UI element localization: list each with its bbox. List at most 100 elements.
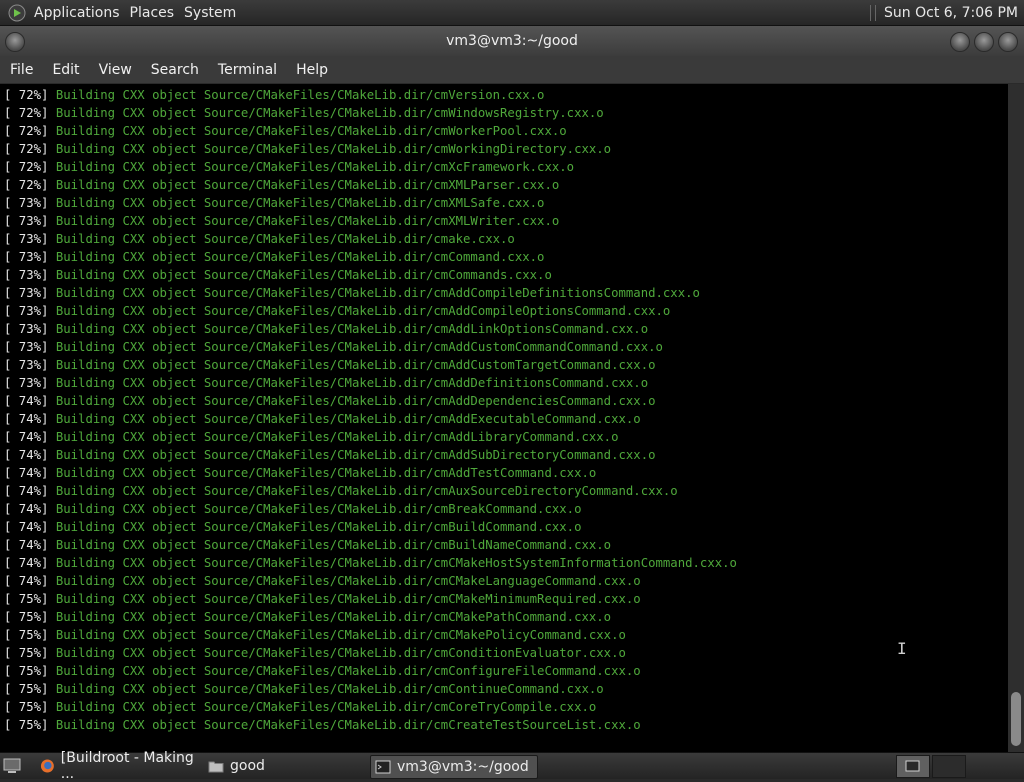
terminal-menubar: File Edit View Search Terminal Help bbox=[0, 56, 1024, 83]
build-message: Building CXX object Source/CMakeFiles/CM… bbox=[55, 646, 626, 660]
minimize-button[interactable] bbox=[950, 32, 970, 52]
terminal-line: [ 73%] Building CXX object Source/CMakeF… bbox=[0, 212, 1008, 230]
terminal-line: [ 75%] Building CXX object Source/CMakeF… bbox=[0, 662, 1008, 680]
build-message: Building CXX object Source/CMakeFiles/CM… bbox=[55, 88, 545, 102]
build-message: Building CXX object Source/CMakeFiles/CM… bbox=[55, 538, 612, 552]
terminal-line: [ 74%] Building CXX object Source/CMakeF… bbox=[0, 410, 1008, 428]
build-percent: [ 74%] bbox=[4, 394, 49, 408]
build-percent: [ 74%] bbox=[4, 430, 49, 444]
terminal-line: [ 74%] Building CXX object Source/CMakeF… bbox=[0, 482, 1008, 500]
terminal-line: [ 73%] Building CXX object Source/CMakeF… bbox=[0, 194, 1008, 212]
gnome-foot-icon[interactable] bbox=[8, 4, 26, 22]
menu-edit[interactable]: Edit bbox=[42, 62, 88, 78]
terminal-line: [ 73%] Building CXX object Source/CMakeF… bbox=[0, 302, 1008, 320]
build-percent: [ 73%] bbox=[4, 286, 49, 300]
build-percent: [ 73%] bbox=[4, 196, 49, 210]
build-message: Building CXX object Source/CMakeFiles/CM… bbox=[55, 268, 552, 282]
build-percent: [ 72%] bbox=[4, 160, 49, 174]
build-percent: [ 74%] bbox=[4, 556, 49, 570]
applications-menu[interactable]: Applications bbox=[32, 5, 128, 21]
show-desktop-icon[interactable] bbox=[2, 756, 22, 774]
build-percent: [ 75%] bbox=[4, 628, 49, 642]
build-percent: [ 73%] bbox=[4, 358, 49, 372]
build-message: Building CXX object Source/CMakeFiles/CM… bbox=[55, 502, 582, 516]
build-message: Building CXX object Source/CMakeFiles/CM… bbox=[55, 286, 700, 300]
terminal-line: [ 72%] Building CXX object Source/CMakeF… bbox=[0, 104, 1008, 122]
terminal-line: [ 74%] Building CXX object Source/CMakeF… bbox=[0, 464, 1008, 482]
build-percent: [ 75%] bbox=[4, 682, 49, 696]
terminal-line: [ 72%] Building CXX object Source/CMakeF… bbox=[0, 86, 1008, 104]
terminal-line: [ 75%] Building CXX object Source/CMakeF… bbox=[0, 698, 1008, 716]
menu-terminal[interactable]: Terminal bbox=[208, 62, 286, 78]
terminal-line: [ 74%] Building CXX object Source/CMakeF… bbox=[0, 500, 1008, 518]
terminal-line: [ 73%] Building CXX object Source/CMakeF… bbox=[0, 320, 1008, 338]
build-message: Building CXX object Source/CMakeFiles/CM… bbox=[55, 340, 663, 354]
window-titlebar[interactable]: vm3@vm3:~/good bbox=[0, 26, 1024, 56]
build-message: Building CXX object Source/CMakeFiles/CM… bbox=[55, 448, 656, 462]
build-message: Building CXX object Source/CMakeFiles/CM… bbox=[55, 610, 612, 624]
build-message: Building CXX object Source/CMakeFiles/CM… bbox=[55, 376, 649, 390]
build-percent: [ 74%] bbox=[4, 412, 49, 426]
panel-handle bbox=[870, 4, 877, 21]
window-menu-button[interactable] bbox=[5, 32, 25, 52]
terminal-line: [ 75%] Building CXX object Source/CMakeF… bbox=[0, 680, 1008, 698]
build-percent: [ 72%] bbox=[4, 142, 49, 156]
build-message: Building CXX object Source/CMakeFiles/CM… bbox=[55, 358, 656, 372]
build-percent: [ 74%] bbox=[4, 502, 49, 516]
build-percent: [ 73%] bbox=[4, 376, 49, 390]
firefox-icon bbox=[40, 759, 54, 773]
task-label: vm3@vm3:~/good bbox=[397, 759, 529, 775]
build-message: Building CXX object Source/CMakeFiles/CM… bbox=[55, 466, 597, 480]
menu-help[interactable]: Help bbox=[286, 62, 337, 78]
terminal-line: [ 74%] Building CXX object Source/CMakeF… bbox=[0, 392, 1008, 410]
terminal-line: [ 73%] Building CXX object Source/CMakeF… bbox=[0, 266, 1008, 284]
build-percent: [ 74%] bbox=[4, 466, 49, 480]
build-percent: [ 75%] bbox=[4, 610, 49, 624]
build-message: Building CXX object Source/CMakeFiles/CM… bbox=[55, 484, 678, 498]
workspace-1[interactable] bbox=[896, 755, 930, 778]
build-percent: [ 75%] bbox=[4, 592, 49, 606]
terminal-line: [ 73%] Building CXX object Source/CMakeF… bbox=[0, 230, 1008, 248]
workspace-2[interactable] bbox=[932, 755, 966, 778]
places-menu[interactable]: Places bbox=[128, 5, 183, 21]
build-message: Building CXX object Source/CMakeFiles/CM… bbox=[55, 196, 545, 210]
maximize-button[interactable] bbox=[974, 32, 994, 52]
task-terminal[interactable]: vm3@vm3:~/good bbox=[370, 755, 538, 779]
terminal-line: [ 73%] Building CXX object Source/CMakeF… bbox=[0, 338, 1008, 356]
task-buildroot-browser[interactable]: [Buildroot - Making ... bbox=[36, 750, 200, 782]
build-message: Building CXX object Source/CMakeFiles/CM… bbox=[55, 160, 575, 174]
system-menu[interactable]: System bbox=[182, 5, 244, 21]
build-percent: [ 74%] bbox=[4, 520, 49, 534]
build-message: Building CXX object Source/CMakeFiles/CM… bbox=[55, 142, 612, 156]
menu-file[interactable]: File bbox=[0, 62, 42, 78]
terminal-line: [ 74%] Building CXX object Source/CMakeF… bbox=[0, 554, 1008, 572]
terminal-line: [ 72%] Building CXX object Source/CMakeF… bbox=[0, 176, 1008, 194]
terminal-line: [ 75%] Building CXX object Source/CMakeF… bbox=[0, 626, 1008, 644]
close-button[interactable] bbox=[998, 32, 1018, 52]
task-good-folder[interactable]: good bbox=[204, 755, 364, 777]
build-percent: [ 75%] bbox=[4, 646, 49, 660]
build-message: Building CXX object Source/CMakeFiles/CM… bbox=[55, 214, 560, 228]
ibeam-cursor-icon: I bbox=[897, 639, 907, 658]
terminal-line: [ 75%] Building CXX object Source/CMakeF… bbox=[0, 608, 1008, 626]
build-percent: [ 74%] bbox=[4, 484, 49, 498]
terminal-line: [ 73%] Building CXX object Source/CMakeF… bbox=[0, 374, 1008, 392]
build-message: Building CXX object Source/CMakeFiles/CM… bbox=[55, 412, 641, 426]
build-percent: [ 73%] bbox=[4, 322, 49, 336]
build-message: Building CXX object Source/CMakeFiles/CM… bbox=[55, 556, 737, 570]
build-message: Building CXX object Source/CMakeFiles/CM… bbox=[55, 322, 649, 336]
build-message: Building CXX object Source/CMakeFiles/CM… bbox=[55, 520, 582, 534]
window-title: vm3@vm3:~/good bbox=[446, 33, 578, 49]
terminal-output[interactable]: [ 72%] Building CXX object Source/CMakeF… bbox=[0, 84, 1008, 754]
menu-view[interactable]: View bbox=[89, 62, 141, 78]
terminal-line: [ 72%] Building CXX object Source/CMakeF… bbox=[0, 140, 1008, 158]
menu-search[interactable]: Search bbox=[141, 62, 208, 78]
clock[interactable]: Sun Oct 6, 7:06 PM bbox=[884, 5, 1024, 21]
terminal-line: [ 73%] Building CXX object Source/CMakeF… bbox=[0, 284, 1008, 302]
build-percent: [ 74%] bbox=[4, 538, 49, 552]
terminal-line: [ 75%] Building CXX object Source/CMakeF… bbox=[0, 716, 1008, 734]
scrollbar-thumb[interactable] bbox=[1011, 692, 1021, 746]
build-message: Building CXX object Source/CMakeFiles/CM… bbox=[55, 232, 515, 246]
build-percent: [ 73%] bbox=[4, 232, 49, 246]
terminal-scrollbar[interactable] bbox=[1008, 84, 1024, 752]
